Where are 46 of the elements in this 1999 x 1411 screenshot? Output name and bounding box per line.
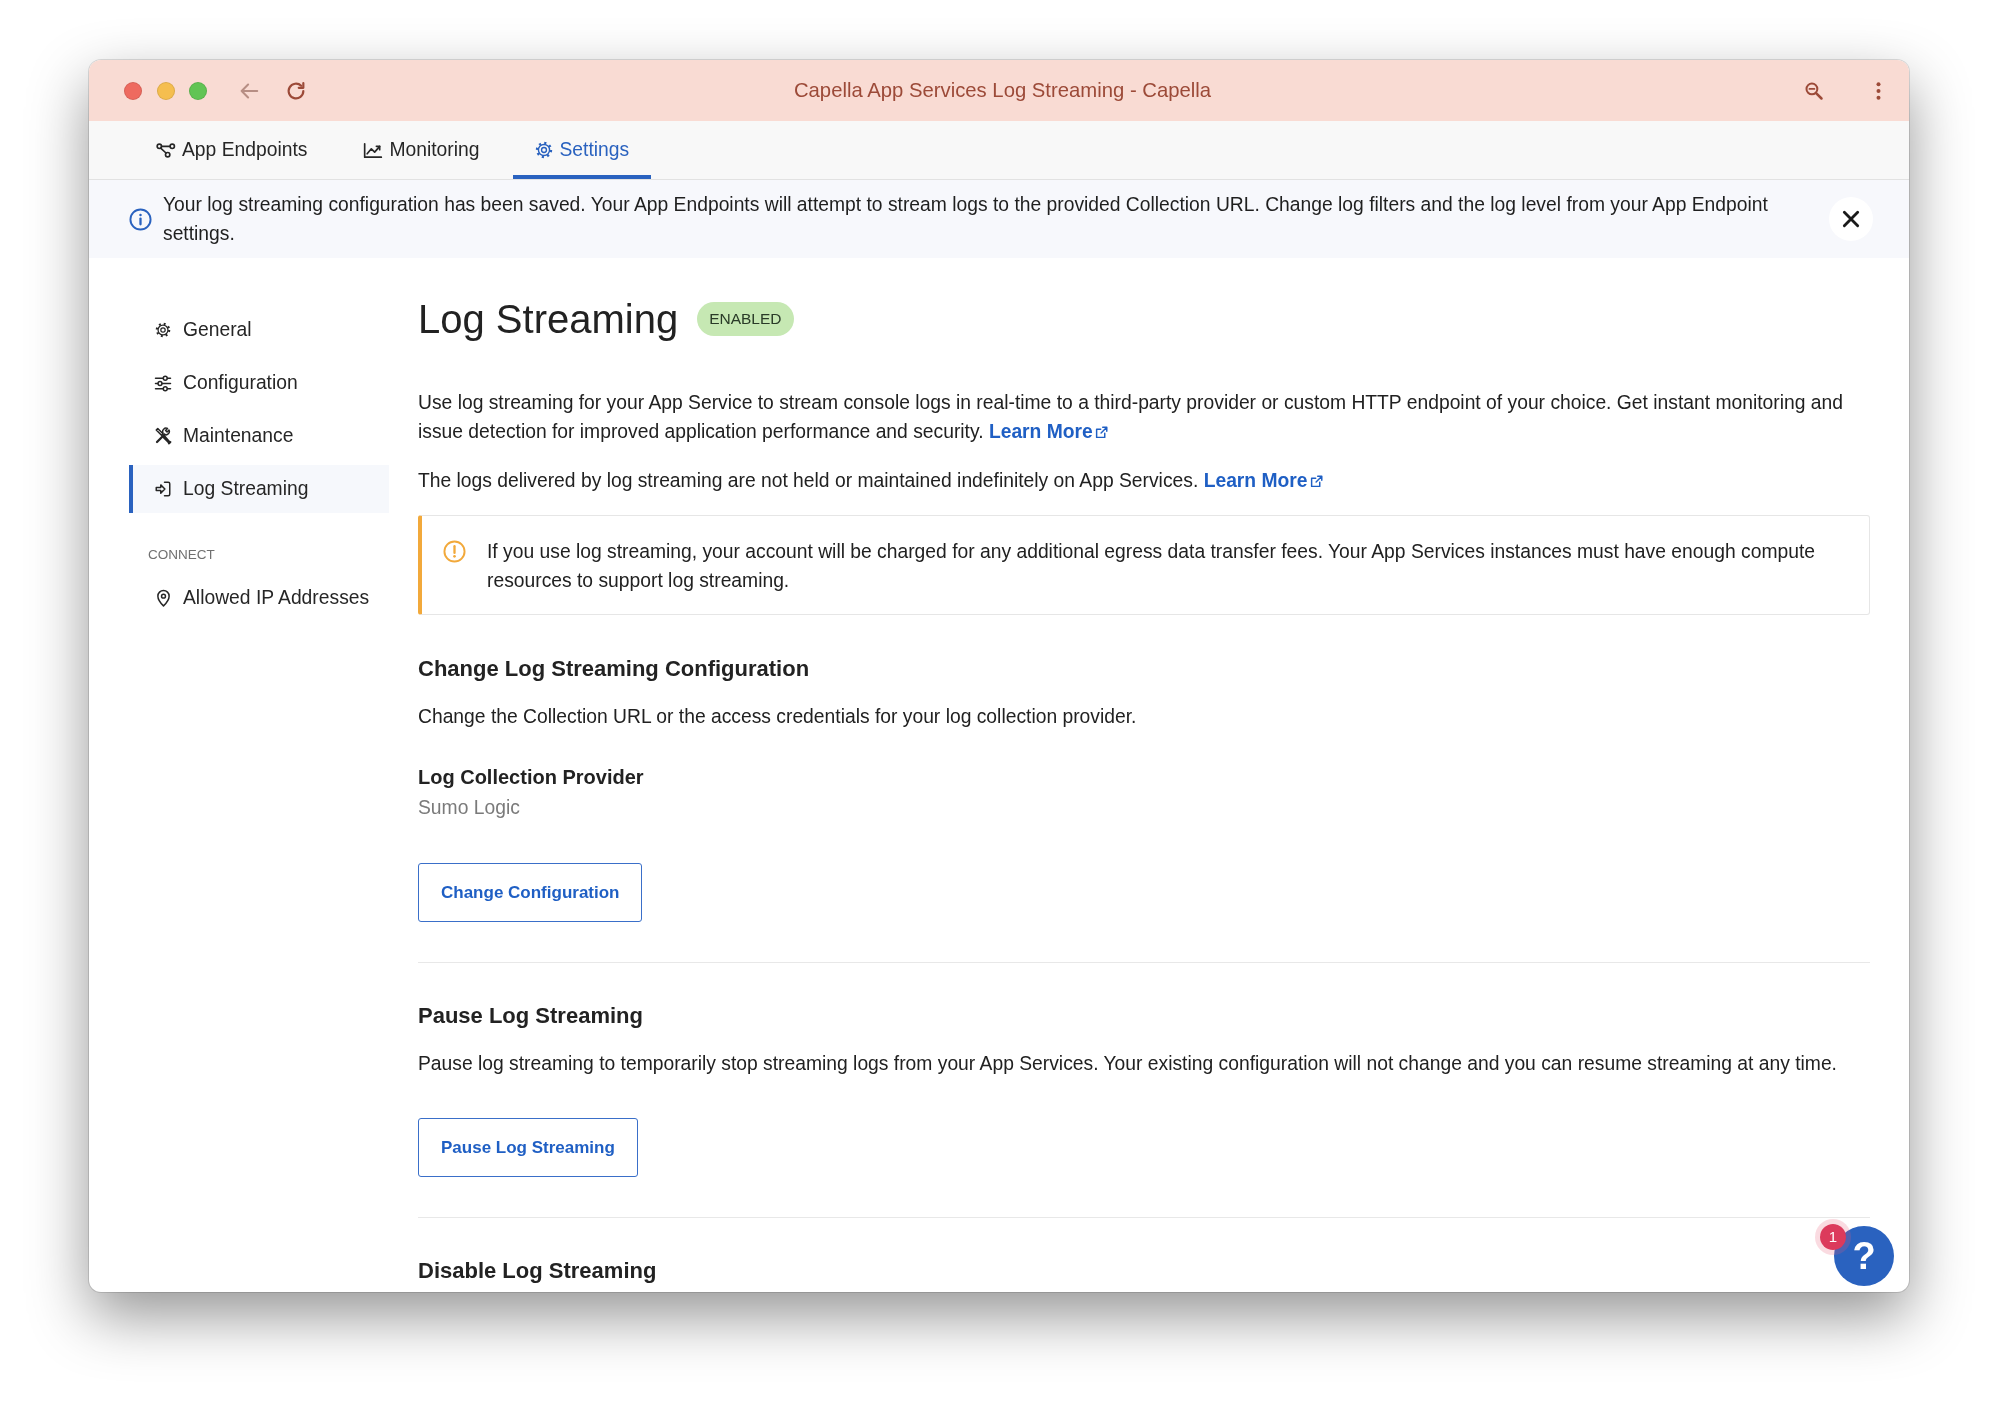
description-text: Use log streaming for your App Service to stream console logs in real-time to a third-party provider or custom HTTP endpoint of your choice. Get instant monitoring and issue detection for improved application performance and security. Learn More: [418, 391, 1844, 444]
info-icon: [129, 207, 152, 231]
description-text: The logs delivered by log streaming are not held or maintained indefinitely on App Services. Learn More: [418, 466, 1870, 495]
zoom-out-icon[interactable]: [1804, 80, 1824, 101]
help-button[interactable]: ?: [1834, 1226, 1894, 1286]
section-description: Change the Collection URL or the access credentials for your log collection provider.: [418, 705, 1138, 729]
more-options-icon[interactable]: [1876, 80, 1881, 101]
sidebar-item[interactable]: General: [129, 306, 389, 354]
sidebar-item[interactable]: Allowed IP Addresses: [129, 574, 389, 622]
action-button[interactable]: Pause Log Streaming: [418, 1118, 638, 1177]
section-heading: CONNECT: [147, 546, 216, 564]
reload-icon[interactable]: [285, 79, 307, 102]
settings-icon: [155, 322, 171, 338]
status-badge: ENABLED: [697, 302, 794, 336]
network-icon: [156, 141, 176, 159]
sidebar-item[interactable]: Log Streaming: [129, 465, 389, 513]
close-icon: [1841, 209, 1861, 229]
field-value: Sumo Logic: [418, 796, 520, 820]
window-title: Capella App Services Log Streaming - Capella: [793, 79, 1212, 102]
banner-message: Your log streaming configuration has been saved. Your App Endpoints will attempt to stream logs to the provided Collection URL. Change log filters and the log level from your App Endpoint settings.: [163, 193, 1769, 246]
learn-more-link[interactable]: Learn More: [1203, 470, 1323, 491]
sliders-icon: [154, 374, 172, 392]
location-pin-icon: [155, 589, 171, 607]
notification-badge: 1: [1815, 1219, 1851, 1255]
section-title: Pause Log Streaming: [418, 1002, 643, 1030]
field-label: Log Collection Provider: [418, 765, 644, 790]
warning-icon: [443, 540, 466, 563]
page-title: Log Streaming: [418, 296, 679, 343]
settings-icon: [535, 141, 554, 159]
warning-text: If you use log streaming, your account will be charged for any additional egress data transfer fees. Your App Services instances must have enough compute resources to support log streaming.: [487, 540, 1816, 593]
sidebar-item[interactable]: Configuration: [129, 359, 389, 407]
sidebar-item[interactable]: Maintenance: [129, 412, 389, 460]
tab[interactable]: App Endpoints: [134, 121, 330, 179]
learn-more-link[interactable]: Learn More: [988, 421, 1108, 442]
line-chart-icon: [363, 141, 384, 159]
tab[interactable]: Monitoring: [341, 121, 502, 179]
section-title: Change Log Streaming Configuration: [418, 655, 810, 683]
sign-in-icon: [154, 480, 172, 498]
action-button[interactable]: Change Configuration: [418, 863, 643, 922]
external-link-icon: [1309, 475, 1323, 488]
section-description: Pause log streaming to temporarily stop streaming logs from your App Services. Your existing configuration will not change and you can resume streaming at any time.: [418, 1052, 1838, 1076]
section-title: Disable Log Streaming: [418, 1257, 657, 1285]
close-window-icon[interactable]: [124, 81, 142, 100]
external-link-icon: [1094, 426, 1108, 439]
close-button[interactable]: [1829, 197, 1873, 241]
tools-icon: [154, 427, 172, 445]
